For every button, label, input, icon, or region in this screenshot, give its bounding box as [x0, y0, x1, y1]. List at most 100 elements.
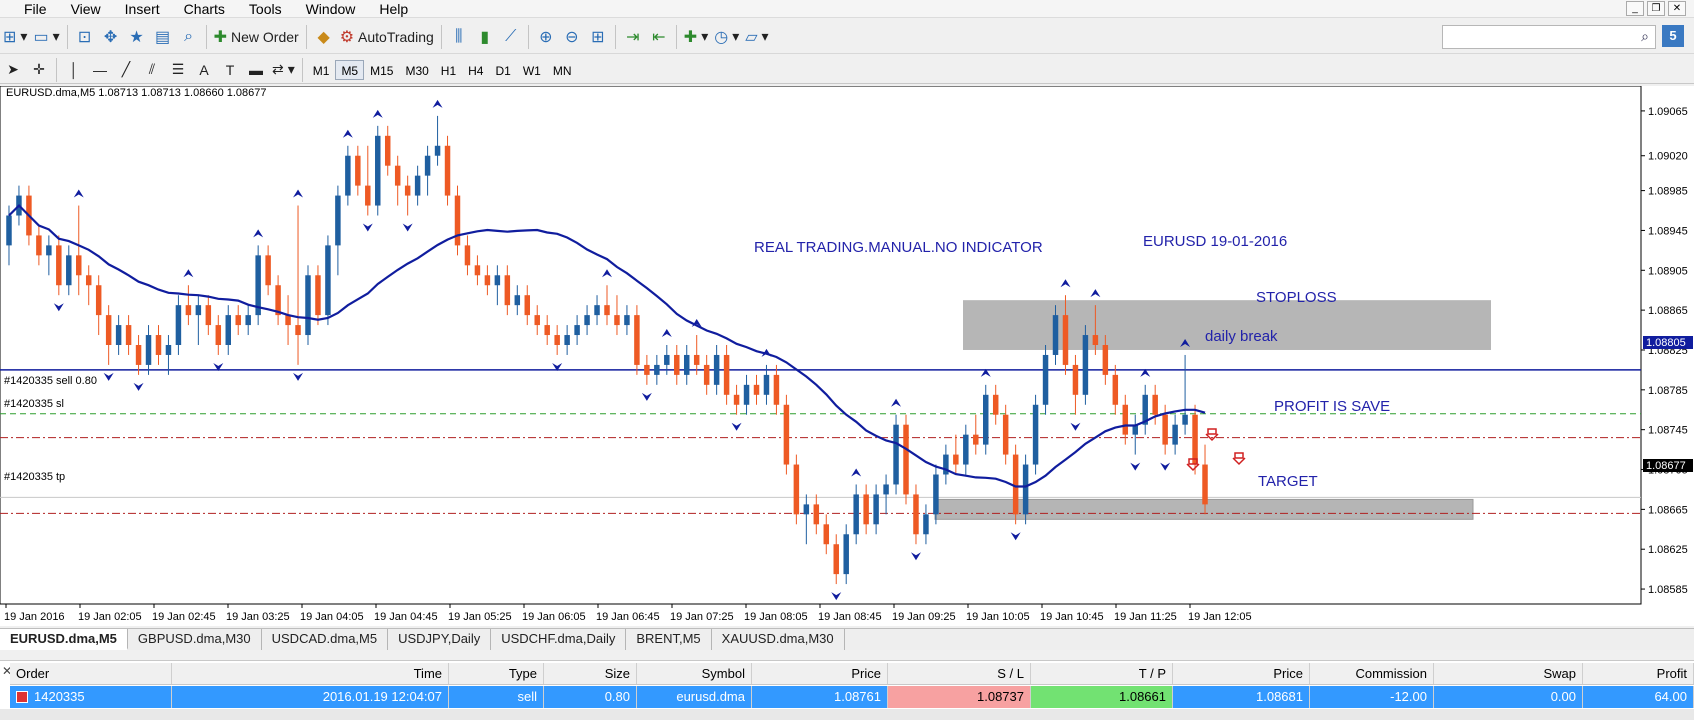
time-tick-label: 19 Jan 12:05 — [1188, 611, 1252, 623]
timeframe-w1[interactable]: W1 — [517, 60, 547, 80]
timeframe-d1[interactable]: D1 — [489, 60, 516, 80]
tab-usdchf[interactable]: USDCHF.dma,Daily — [491, 629, 627, 650]
candle-body — [813, 504, 820, 525]
terminal-button[interactable]: ▤ — [150, 24, 176, 50]
timeframe-m1[interactable]: M1 — [307, 60, 336, 80]
restore-button[interactable]: ❐ — [1647, 1, 1665, 16]
timeframe-h4[interactable]: H4 — [462, 60, 489, 80]
candle-body — [863, 494, 869, 525]
line-chart-button[interactable]: ⟋ — [498, 24, 524, 50]
minimize-button[interactable]: _ — [1626, 1, 1644, 16]
new-order-button[interactable]: ✚ New Order — [211, 24, 302, 50]
strategy-tester-button[interactable]: ⌕ — [176, 24, 202, 50]
candle-body — [753, 384, 760, 395]
timeframe-m5[interactable]: M5 — [335, 59, 365, 80]
tab-xauusd[interactable]: XAUUSD.dma,M30 — [712, 629, 845, 650]
horizontal-line-button[interactable]: — — [87, 57, 113, 83]
col-symbol[interactable]: Symbol — [637, 663, 752, 684]
menu-view[interactable]: View — [59, 0, 113, 18]
menu-file[interactable]: File — [0, 0, 59, 18]
zoom-out-button[interactable]: ⊖ — [559, 24, 585, 50]
menu-insert[interactable]: Insert — [113, 0, 172, 18]
periods-button[interactable]: ◷ ▾ — [711, 24, 742, 50]
candle-body — [434, 145, 441, 156]
crosshair-button[interactable]: ✛ — [26, 57, 52, 83]
profiles-button[interactable]: ▭ ▾ — [30, 24, 62, 50]
col-size[interactable]: Size — [544, 663, 637, 684]
col-order[interactable]: Order — [10, 663, 172, 684]
data-window-button[interactable]: ✥ — [98, 24, 124, 50]
tab-brent[interactable]: BRENT,M5 — [626, 629, 712, 650]
candle-body — [245, 315, 251, 326]
tab-eurusd[interactable]: EURUSD.dma,M5 — [0, 629, 128, 650]
text-label-button[interactable]: T — [217, 57, 243, 83]
vertical-line-button[interactable]: │ — [61, 57, 87, 83]
col-time[interactable]: Time — [172, 663, 449, 684]
equidistant-channel-button[interactable]: ⫽ — [139, 57, 165, 83]
candle-body — [235, 315, 241, 326]
timeframe-m15[interactable]: M15 — [364, 60, 399, 80]
trade-table-header: Order Time Type Size Symbol Price S / L … — [10, 663, 1694, 685]
close-button[interactable]: ✕ — [1668, 1, 1686, 16]
price-chart[interactable]: EURUSD.dma,M5 1.08713 1.08713 1.08660 1.… — [0, 86, 1694, 626]
col-profit[interactable]: Profit — [1583, 663, 1694, 684]
candle-body — [404, 185, 411, 196]
tab-usdcad[interactable]: USDCAD.dma,M5 — [262, 629, 389, 650]
candlestick-button[interactable]: ▮ — [472, 24, 498, 50]
sl-cell[interactable]: 1.08737 — [888, 686, 1031, 708]
autotrading-button[interactable]: ⚙ AutoTrading — [337, 24, 437, 50]
templates-button[interactable]: ▱ ▾ — [742, 24, 771, 50]
search-input[interactable]: ⌕ — [1442, 25, 1656, 49]
navigator-button[interactable]: ★ — [124, 24, 150, 50]
candle-body — [654, 364, 660, 375]
candle-body — [594, 305, 600, 316]
timeframe-mn[interactable]: MN — [547, 60, 578, 80]
menu-window[interactable]: Window — [294, 0, 368, 18]
zoom-in-button[interactable]: ⊕ — [533, 24, 559, 50]
auto-scroll-button[interactable]: ⇥ — [620, 24, 646, 50]
indicators-button[interactable]: ✚ ▾ — [681, 24, 711, 50]
menu-help[interactable]: Help — [367, 0, 420, 18]
candle-body — [973, 434, 979, 445]
chart-shift-button[interactable]: ⇤ — [646, 24, 672, 50]
search-icon[interactable]: ⌕ — [1641, 28, 1649, 45]
col-tp[interactable]: T / P — [1031, 663, 1173, 684]
col-sl[interactable]: S / L — [888, 663, 1031, 684]
tab-usdjpy[interactable]: USDJPY,Daily — [388, 629, 492, 650]
daily-break-price-text: 1.08805 — [1646, 337, 1686, 349]
timeframe-h1[interactable]: H1 — [435, 60, 462, 80]
col-price[interactable]: Price — [752, 663, 888, 684]
col-current-price[interactable]: Price — [1173, 663, 1310, 684]
candle-body — [1092, 335, 1099, 345]
candle-body — [414, 175, 421, 196]
tab-gbpusd[interactable]: GBPUSD.dma,M30 — [128, 629, 262, 650]
trendline-button[interactable]: ╱ — [113, 57, 139, 83]
candle-body — [983, 394, 989, 445]
candle-body — [644, 364, 650, 375]
auto-scroll-icon: ⇥ — [626, 28, 640, 46]
col-swap[interactable]: Swap — [1434, 663, 1583, 684]
candle-body — [135, 345, 142, 365]
tile-windows-button[interactable]: ⊞ — [585, 24, 611, 50]
swap-cell: 0.00 — [1434, 686, 1583, 708]
menu-charts[interactable]: Charts — [172, 0, 237, 18]
fibonacci-button[interactable]: ☰ — [165, 57, 191, 83]
bar-chart-button[interactable]: ⫼ — [446, 24, 472, 50]
new-chart-button[interactable]: ⊞ ▾ — [0, 24, 30, 50]
table-row[interactable]: 1420335 2016.01.19 12:04:07 sell 0.80 eu… — [10, 686, 1694, 708]
col-type[interactable]: Type — [449, 663, 544, 684]
arrows-button[interactable]: ⇄ ▾ — [269, 57, 298, 83]
help-badge[interactable]: 5 — [1662, 25, 1684, 47]
navigator-icon: ★ — [129, 28, 144, 46]
col-commission[interactable]: Commission — [1310, 663, 1434, 684]
metaeditor-button[interactable]: ◆ — [311, 24, 337, 50]
cursor-button[interactable]: ➤ — [0, 57, 26, 83]
shapes-button[interactable]: ▬ — [243, 57, 269, 83]
tp-cell[interactable]: 1.08661 — [1031, 686, 1173, 708]
text-button[interactable]: A — [191, 57, 217, 83]
price-tick-label: 1.08905 — [1648, 265, 1688, 277]
market-watch-button[interactable]: ⊡ — [72, 24, 98, 50]
timeframe-m30[interactable]: M30 — [399, 60, 434, 80]
menu-tools[interactable]: Tools — [237, 0, 294, 18]
candle-body — [494, 275, 501, 286]
